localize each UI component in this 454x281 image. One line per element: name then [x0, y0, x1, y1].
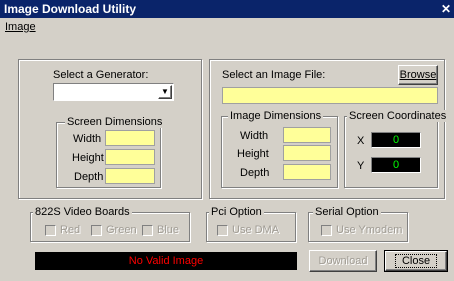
screen-dimensions-group: Screen Dimensions Width Height Depth — [56, 116, 165, 188]
window-title: Image Download Utility — [4, 2, 137, 16]
image-width-label: Width — [240, 130, 269, 142]
coord-y-label: Y — [357, 160, 365, 172]
image-dimensions-legend: Image Dimensions — [228, 110, 324, 122]
green-checkbox[interactable] — [91, 225, 102, 236]
screen-dimensions-legend: Screen Dimensions — [65, 116, 165, 128]
red-label: Red — [60, 224, 81, 236]
screen-coordinates-group: Screen Coordinates X 0 Y 0 — [344, 110, 449, 188]
coord-x-field[interactable]: 0 — [371, 132, 421, 148]
serial-option-group: Serial Option Use Ymodem — [308, 206, 408, 242]
image-depth-label: Depth — [240, 167, 270, 179]
image-file-panel: Select an Image File: Browse Image Dimen… — [209, 59, 449, 199]
menu-image[interactable]: Image — [5, 21, 36, 33]
browse-button-label: Browse — [399, 69, 437, 81]
image-width-field[interactable] — [283, 127, 331, 143]
image-dimensions-group: Image Dimensions Width Height Depth — [221, 110, 338, 188]
video-boards-legend: 822S Video Boards — [33, 206, 132, 218]
screen-height-label: Height — [72, 152, 104, 164]
image-file-label: Select an Image File: — [222, 69, 326, 81]
image-height-field[interactable] — [283, 145, 331, 161]
blue-label: Blue — [157, 224, 180, 236]
generator-label: Select a Generator: — [53, 69, 149, 81]
coord-y-value: 0 — [392, 159, 400, 171]
menu-bar: Image — [0, 18, 454, 38]
close-window-icon[interactable]: ✕ — [440, 2, 452, 16]
use-ymodem-checkbox[interactable] — [321, 225, 332, 236]
green-label: Green — [106, 224, 137, 236]
screen-width-label: Width — [73, 133, 102, 145]
screen-width-field[interactable] — [105, 130, 155, 146]
screen-depth-field[interactable] — [105, 168, 155, 184]
image-depth-field[interactable] — [283, 164, 331, 180]
pci-option-group: Pci Option Use DMA — [206, 206, 296, 242]
download-button[interactable]: Download — [309, 250, 377, 272]
video-boards-group: 822S Video Boards Red Green Blue — [30, 206, 190, 242]
coord-x-label: X — [357, 135, 365, 147]
close-button[interactable]: Close — [384, 250, 448, 272]
image-file-path[interactable] — [222, 87, 438, 104]
generator-panel: Select a Generator: ▼ Screen Dimensions … — [18, 59, 202, 199]
screen-height-field[interactable] — [105, 149, 155, 165]
status-message: No Valid Image — [128, 255, 204, 267]
screen-coordinates-legend: Screen Coordinates — [347, 110, 449, 122]
screen-depth-label: Depth — [74, 171, 104, 183]
use-dma-label: Use DMA — [232, 224, 280, 236]
serial-option-legend: Serial Option — [313, 206, 381, 218]
use-ymodem-label: Use Ymodem — [336, 224, 403, 236]
status-bar: No Valid Image — [35, 252, 297, 270]
red-checkbox[interactable] — [45, 225, 56, 236]
coord-y-field[interactable]: 0 — [371, 157, 421, 173]
browse-button[interactable]: Browse — [398, 65, 438, 85]
generator-select[interactable]: ▼ — [53, 83, 174, 101]
close-button-label: Close — [394, 254, 438, 268]
combo-arrow-icon[interactable]: ▼ — [158, 85, 172, 99]
blue-checkbox[interactable] — [142, 225, 153, 236]
pci-option-legend: Pci Option — [209, 206, 264, 218]
image-height-label: Height — [237, 148, 269, 160]
use-dma-checkbox[interactable] — [217, 225, 228, 236]
title-bar: Image Download Utility ✕ — [0, 0, 454, 18]
coord-x-value: 0 — [392, 134, 400, 146]
download-button-label: Download — [318, 255, 368, 267]
